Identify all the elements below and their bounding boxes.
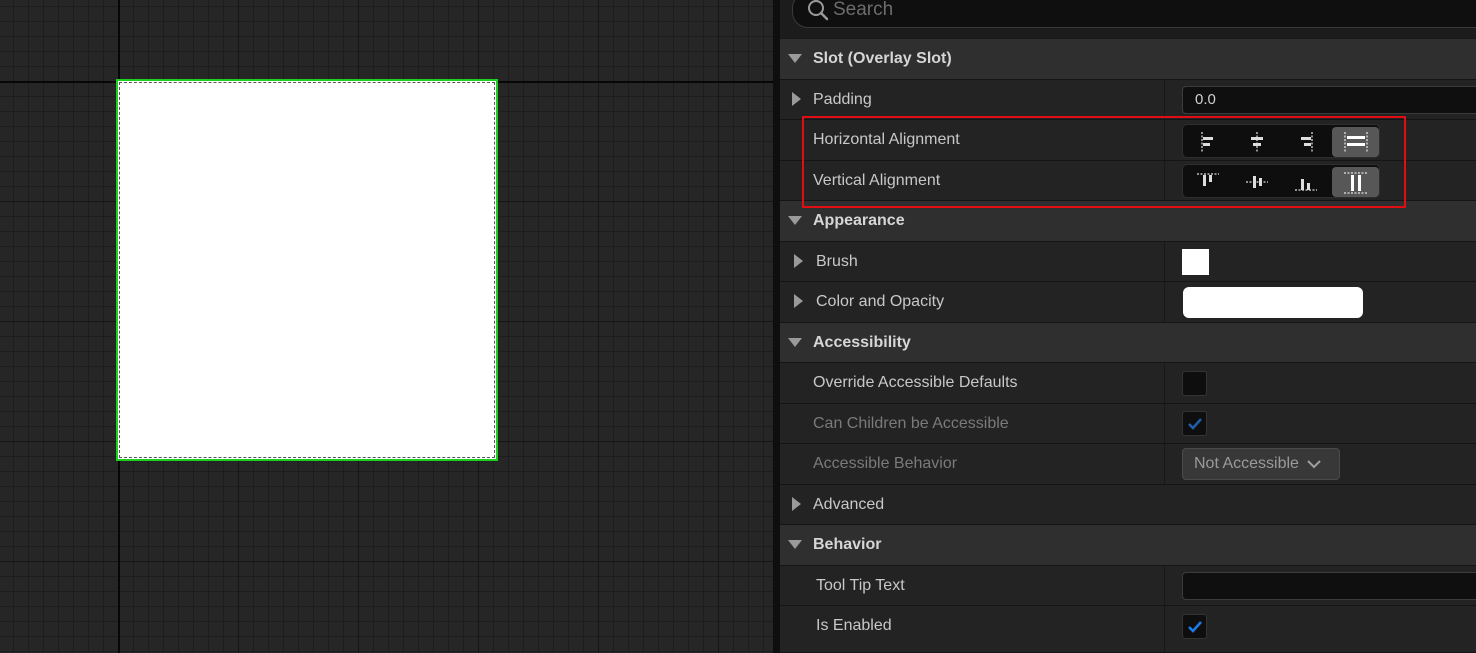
chevron-down-icon: [1307, 460, 1321, 469]
property-brush: Brush: [780, 242, 1476, 282]
property-label: Tool Tip Text: [816, 577, 905, 594]
property-label: Brush: [816, 253, 858, 270]
category-appearance[interactable]: Appearance: [780, 201, 1476, 242]
details-panel: Slot (Overlay Slot) Padding 0.0 Horizont…: [780, 0, 1476, 653]
collapse-arrow-icon[interactable]: [788, 216, 802, 225]
column-divider[interactable]: [1164, 566, 1165, 605]
brush-swatch[interactable]: [1182, 249, 1209, 275]
fill-horizontal-icon: [1344, 132, 1368, 152]
column-divider[interactable]: [1164, 444, 1165, 484]
align-left-button[interactable]: [1185, 127, 1232, 157]
checkmark-icon: [1188, 418, 1202, 430]
selected-image-widget[interactable]: [116, 79, 498, 461]
align-top-button[interactable]: [1185, 167, 1232, 197]
property-is-enabled: Is Enabled: [780, 606, 1476, 653]
category-title: Slot (Overlay Slot): [813, 50, 952, 67]
color-opacity-swatch[interactable]: [1183, 287, 1363, 318]
expand-arrow-icon[interactable]: [792, 92, 801, 106]
property-horizontal-alignment: Horizontal Alignment: [780, 120, 1476, 161]
category-title: Advanced: [813, 496, 885, 513]
column-divider[interactable]: [1164, 363, 1165, 403]
align-bottom-button[interactable]: [1283, 167, 1330, 197]
expand-arrow-icon[interactable]: [792, 497, 801, 511]
category-title: Accessibility: [813, 334, 911, 351]
align-middle-button[interactable]: [1234, 167, 1281, 197]
category-title: Appearance: [813, 212, 905, 229]
search-icon: [808, 0, 829, 21]
accessible-behavior-dropdown[interactable]: Not Accessible: [1182, 448, 1340, 480]
collapse-arrow-icon[interactable]: [788, 54, 802, 63]
align-right-button[interactable]: [1283, 127, 1330, 157]
category-behavior[interactable]: Behavior: [780, 525, 1476, 566]
category-slot[interactable]: Slot (Overlay Slot): [780, 39, 1476, 80]
collapse-arrow-icon[interactable]: [788, 338, 802, 347]
tool-tip-text-field[interactable]: [1182, 572, 1476, 600]
category-advanced[interactable]: Advanced: [780, 485, 1476, 525]
property-label: Vertical Alignment: [813, 172, 941, 189]
property-padding: Padding 0.0: [780, 80, 1476, 120]
property-label: Horizontal Alignment: [813, 131, 960, 148]
fill-horizontal-button[interactable]: [1332, 127, 1379, 157]
property-can-children-be-accessible: Can Children be Accessible: [780, 404, 1476, 444]
property-label: Padding: [813, 91, 872, 108]
property-label: Is Enabled: [816, 617, 892, 634]
expand-arrow-icon[interactable]: [794, 254, 803, 268]
column-divider[interactable]: [1164, 80, 1165, 119]
column-divider[interactable]: [1164, 404, 1165, 443]
property-label: Accessible Behavior: [813, 455, 958, 472]
column-divider[interactable]: [1164, 161, 1165, 200]
checkmark-icon: [1188, 621, 1202, 633]
align-left-icon: [1201, 132, 1213, 152]
padding-field[interactable]: 0.0: [1182, 86, 1476, 114]
override-accessible-checkbox[interactable]: [1182, 371, 1207, 396]
property-tool-tip-text: Tool Tip Text: [780, 566, 1476, 606]
category-title: Behavior: [813, 536, 882, 553]
dropdown-value: Not Accessible: [1194, 455, 1299, 472]
align-right-icon: [1301, 132, 1313, 152]
fill-vertical-icon: [1344, 172, 1368, 194]
panel-splitter[interactable]: [773, 0, 780, 653]
search-row: [780, 0, 1476, 38]
designer-canvas[interactable]: [0, 0, 773, 653]
is-enabled-checkbox[interactable]: [1182, 614, 1207, 639]
can-children-accessible-checkbox[interactable]: [1182, 411, 1207, 436]
property-label: Override Accessible Defaults: [813, 374, 1018, 391]
align-center-button[interactable]: [1234, 127, 1281, 157]
property-label: Color and Opacity: [816, 293, 945, 310]
align-bottom-icon: [1295, 179, 1317, 191]
column-divider[interactable]: [1164, 282, 1165, 322]
search-input[interactable]: [833, 0, 1433, 27]
column-divider[interactable]: [1164, 120, 1165, 160]
column-divider[interactable]: [1164, 242, 1165, 281]
property-accessible-behavior: Accessible Behavior Not Accessible: [780, 444, 1476, 485]
property-vertical-alignment: Vertical Alignment: [780, 161, 1476, 201]
expand-arrow-icon[interactable]: [794, 294, 803, 308]
search-box[interactable]: [792, 0, 1476, 28]
property-color-and-opacity: Color and Opacity: [780, 282, 1476, 323]
property-label: Can Children be Accessible: [813, 415, 1009, 432]
align-middle-icon: [1246, 176, 1268, 188]
collapse-arrow-icon[interactable]: [788, 540, 802, 549]
property-override-accessible-defaults: Override Accessible Defaults: [780, 363, 1476, 404]
align-top-icon: [1197, 173, 1219, 186]
column-divider[interactable]: [1164, 606, 1165, 652]
category-accessibility[interactable]: Accessibility: [780, 323, 1476, 363]
align-center-icon: [1251, 132, 1263, 152]
vertical-alignment-buttons: [1182, 164, 1380, 198]
horizontal-alignment-buttons: [1182, 124, 1380, 158]
fill-vertical-button[interactable]: [1332, 167, 1379, 197]
